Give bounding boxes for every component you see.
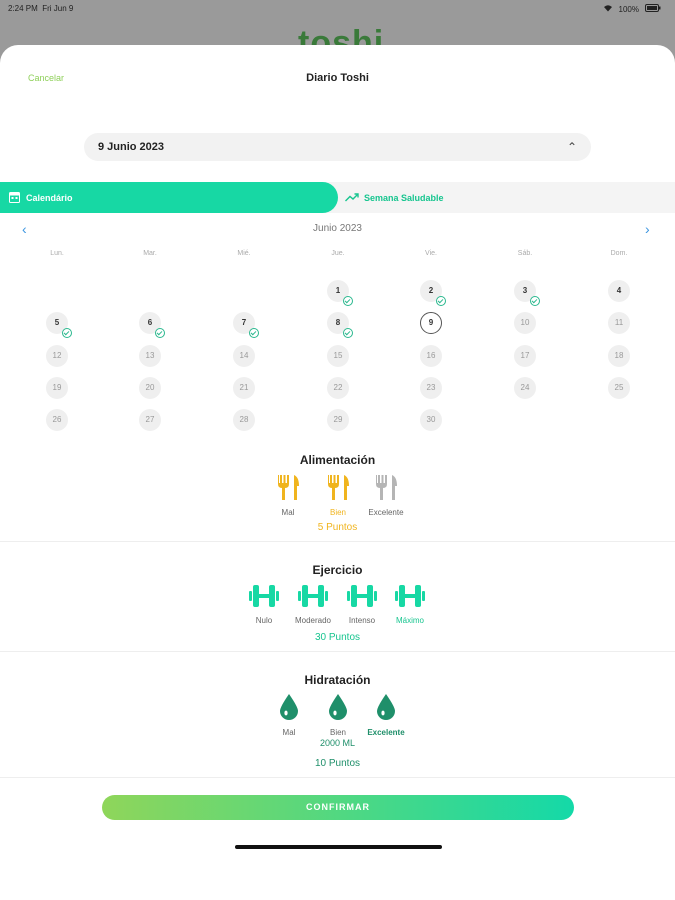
exercise-title: Ejercicio: [312, 563, 363, 577]
food-points: 5 Puntos: [317, 522, 358, 533]
calendar-day[interactable]: 25: [608, 377, 630, 399]
tab-calendar-label: Calendário: [26, 193, 73, 203]
month-label: Junio 2023: [313, 223, 362, 234]
calendar-day[interactable]: 24: [514, 377, 536, 399]
water-drop-icon: [280, 694, 298, 720]
check-icon: [436, 296, 446, 306]
calendar-day[interactable]: 30: [420, 409, 442, 431]
status-time: 2:24 PM Fri Jun 9: [8, 4, 74, 13]
divider: [0, 777, 675, 778]
calendar-day[interactable]: 19: [46, 377, 68, 399]
check-icon: [62, 328, 72, 338]
date-picker-value: 9 Junio 2023: [98, 141, 165, 153]
hydration-amount: 2000 ML: [319, 738, 356, 748]
weekday-label: Mar.: [143, 250, 157, 257]
calendar-day[interactable]: 14: [233, 345, 255, 367]
water-drop-icon: [377, 694, 395, 720]
calendar-day[interactable]: 21: [233, 377, 255, 399]
diary-sheet: Diario Toshi Cancelar 9 Junio 2023 ⌃ Cal…: [0, 45, 675, 900]
hydration-option-label: Excelente: [367, 728, 405, 737]
next-month-icon[interactable]: ›: [645, 221, 650, 237]
view-tabs: Calendário Semana Saludable: [0, 182, 675, 213]
hydration-points: 10 Puntos: [314, 758, 361, 769]
calendar-day[interactable]: 4: [608, 280, 630, 302]
weekday-label: Mié.: [237, 250, 251, 257]
calendar-day[interactable]: 28: [233, 409, 255, 431]
calendar-day[interactable]: 8: [327, 312, 353, 338]
tab-calendar[interactable]: Calendário: [0, 182, 338, 213]
exercise-option-maximo[interactable]: Máximo: [375, 583, 445, 625]
calendar-day[interactable]: 11: [608, 312, 630, 334]
chevron-up-icon[interactable]: ⌃: [567, 140, 577, 154]
status-bar: 2:24 PM Fri Jun 9 100%: [0, 0, 675, 16]
calendar-day[interactable]: 3: [514, 280, 540, 306]
exercise-points: 30 Puntos: [314, 632, 361, 643]
check-icon: [343, 296, 353, 306]
calendar-day[interactable]: 26: [46, 409, 68, 431]
battery-percent: 100%: [618, 4, 639, 14]
hydration-title: Hidratación: [304, 673, 371, 687]
calendar-day[interactable]: 2: [420, 280, 446, 306]
calendar-day[interactable]: 16: [420, 345, 442, 367]
confirm-button[interactable]: CONFIRMAR: [102, 795, 574, 820]
food-option-label: Excelente: [368, 508, 404, 517]
weekday-label: Lun.: [50, 250, 64, 257]
utensils-icon: [376, 475, 397, 500]
divider: [0, 541, 675, 542]
sheet-title: Diario Toshi: [306, 72, 369, 84]
calendar-day[interactable]: 12: [46, 345, 68, 367]
calendar-day[interactable]: 10: [514, 312, 536, 334]
water-drop-icon: [329, 694, 347, 720]
calendar-day[interactable]: 9: [420, 312, 442, 334]
check-icon: [530, 296, 540, 306]
weekday-label: Sáb.: [517, 250, 533, 257]
home-indicator: [235, 845, 442, 849]
utensils-icon: [278, 475, 299, 500]
dumbbell-icon: [347, 585, 377, 607]
check-icon: [155, 328, 165, 338]
calendar-day[interactable]: 1: [327, 280, 353, 306]
calendar-day[interactable]: 6: [139, 312, 165, 338]
hydration-option-excelente[interactable]: Excelente: [351, 693, 421, 737]
calendar-day[interactable]: 15: [327, 345, 349, 367]
tab-healthy-week[interactable]: Semana Saludable: [345, 192, 444, 203]
calendar-day[interactable]: 5: [46, 312, 72, 338]
weekday-label: Jue.: [331, 250, 345, 257]
trend-up-icon: [345, 192, 359, 201]
wifi-icon: [603, 4, 613, 14]
utensils-icon: [328, 475, 349, 500]
check-icon: [249, 328, 259, 338]
calendar-icon: [9, 192, 20, 203]
dumbbell-icon: [249, 585, 279, 607]
weekday-label: Vie.: [425, 250, 437, 257]
food-option-excelente[interactable]: Excelente: [351, 473, 421, 517]
food-title: Alimentación: [299, 453, 376, 467]
status-right: 100%: [603, 4, 661, 14]
calendar-day[interactable]: 18: [608, 345, 630, 367]
tab-healthy-week-label: Semana Saludable: [364, 193, 444, 203]
weekday-label: Dom.: [610, 250, 628, 257]
calendar-day[interactable]: 23: [420, 377, 442, 399]
battery-icon: [645, 4, 661, 14]
calendar-day[interactable]: 7: [233, 312, 259, 338]
calendar-day[interactable]: 22: [327, 377, 349, 399]
calendar-day[interactable]: 13: [139, 345, 161, 367]
dumbbell-icon: [395, 585, 425, 607]
calendar-day[interactable]: 29: [327, 409, 349, 431]
divider: [0, 651, 675, 652]
check-icon: [343, 328, 353, 338]
calendar-day[interactable]: 17: [514, 345, 536, 367]
date-picker[interactable]: 9 Junio 2023 ⌃: [84, 133, 591, 161]
exercise-option-label: Máximo: [395, 616, 424, 625]
calendar-day[interactable]: 20: [139, 377, 161, 399]
cancel-button[interactable]: Cancelar: [28, 73, 64, 83]
calendar-day[interactable]: 27: [139, 409, 161, 431]
dumbbell-icon: [298, 585, 328, 607]
